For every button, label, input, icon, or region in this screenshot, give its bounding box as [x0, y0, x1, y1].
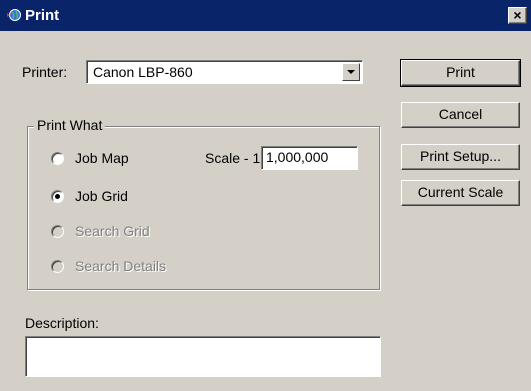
radio-label-search-details: Search Details — [75, 258, 167, 274]
printer-selected-value: Canon LBP-860 — [93, 64, 193, 80]
print-dialog: Print × Printer: Canon LBP-860 Print Wha… — [0, 0, 531, 391]
close-button[interactable]: × — [508, 7, 527, 24]
print-setup-button[interactable]: Print Setup... — [401, 144, 520, 170]
description-input[interactable] — [25, 336, 381, 377]
title-bar[interactable]: Print × — [0, 0, 531, 31]
app-globe-icon — [7, 9, 21, 21]
close-icon: × — [513, 7, 522, 23]
radio-label-job-grid[interactable]: Job Grid — [75, 188, 128, 204]
scale-input[interactable]: 1,000,000 — [261, 146, 358, 170]
radio-button[interactable] — [51, 152, 64, 165]
print-button[interactable]: Print — [400, 59, 521, 87]
radio-label-search-grid: Search Grid — [75, 223, 150, 239]
printer-label: Printer: — [22, 64, 68, 80]
print-what-legend: Print What — [34, 117, 106, 133]
current-scale-button[interactable]: Current Scale — [401, 180, 520, 206]
window-title: Print — [25, 7, 60, 24]
description-label: Description: — [25, 315, 99, 331]
scale-value: 1,000,000 — [266, 149, 329, 165]
radio-button-disabled — [51, 260, 64, 273]
chevron-down-icon[interactable] — [342, 63, 360, 81]
cancel-button[interactable]: Cancel — [401, 102, 520, 128]
radio-label-job-map[interactable]: Job Map — [75, 150, 129, 166]
scale-label: Scale - 1: — [205, 150, 265, 166]
radio-button-checked[interactable] — [51, 190, 64, 203]
radio-button-disabled — [51, 225, 64, 238]
printer-select[interactable]: Canon LBP-860 — [86, 60, 363, 84]
